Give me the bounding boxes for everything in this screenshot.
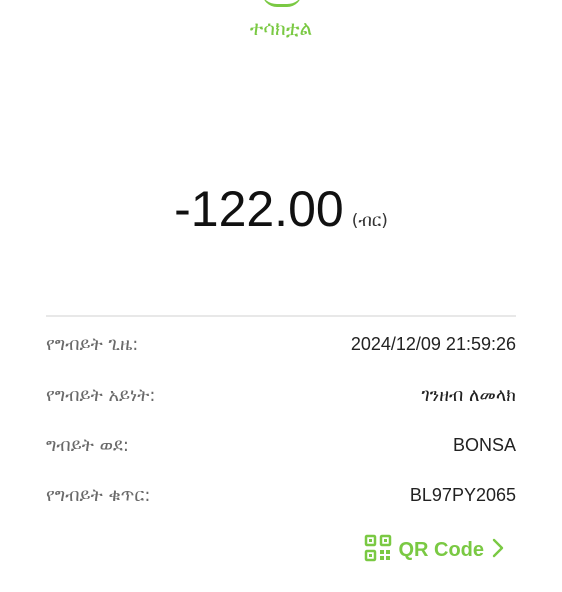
detail-row-recipient: ግብይት ወደ: BONSA <box>46 430 516 460</box>
detail-value: BONSA <box>452 434 516 455</box>
detail-row-type: የግብይት አይነት: ገንዘብ ለመላክ <box>46 380 516 410</box>
qr-code-icon <box>364 534 392 566</box>
qr-code-label: QR Code <box>398 538 484 561</box>
divider <box>46 315 516 317</box>
detail-label: የግብይት ጊዜ: <box>46 333 139 355</box>
amount-currency: (ብር) <box>351 211 388 231</box>
detail-label: የግብይት አይነት: <box>46 384 156 406</box>
success-check-circle-edge <box>262 0 302 7</box>
detail-value: 2024/12/09 21:59:26 <box>350 333 516 354</box>
detail-row-time: የግብይት ጊዜ: 2024/12/09 21:59:26 <box>46 329 516 359</box>
transaction-status: ተሳክቷል <box>249 16 313 40</box>
detail-label: ግብይት ወደ: <box>46 434 129 456</box>
amount-value: -122.00 <box>174 181 344 237</box>
detail-value: BL97PY2065 <box>409 484 516 505</box>
detail-value: ገንዘብ ለመላክ <box>421 384 516 406</box>
chevron-right-icon <box>490 537 506 563</box>
amount-display: -122.00 (ብር) <box>0 180 562 238</box>
detail-label: የግብይት ቁጥር: <box>46 484 151 506</box>
detail-row-number: የግብይት ቁጥር: BL97PY2065 <box>46 480 516 510</box>
qr-code-button[interactable]: QR Code <box>364 534 506 566</box>
